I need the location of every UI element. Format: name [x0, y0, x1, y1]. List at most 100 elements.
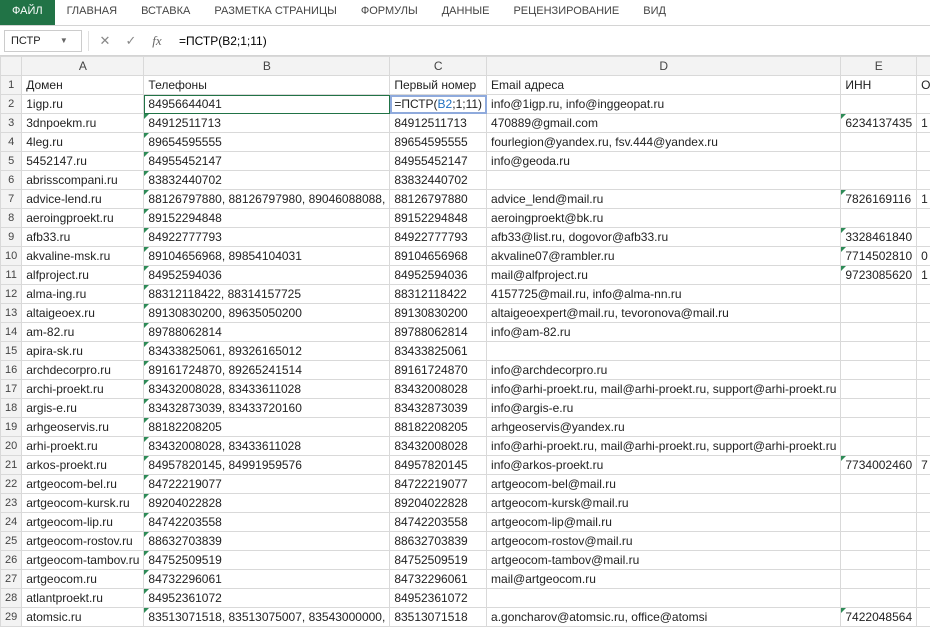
cell[interactable]: atlantproekt.ru: [22, 589, 144, 608]
cell[interactable]: 83433825061, 89326165012: [144, 342, 390, 361]
cell[interactable]: 84952594036: [144, 266, 390, 285]
cell[interactable]: info@am-82.ru: [487, 323, 841, 342]
cell[interactable]: 88312118422: [390, 285, 487, 304]
cell[interactable]: 89104656968: [390, 247, 487, 266]
cell[interactable]: [917, 209, 930, 228]
cell[interactable]: 89152294848: [144, 209, 390, 228]
col-header-F[interactable]: [917, 57, 930, 76]
cell[interactable]: 84952361072: [144, 589, 390, 608]
cell[interactable]: 84952361072: [390, 589, 487, 608]
cell[interactable]: [917, 95, 930, 114]
col-header-B[interactable]: B: [144, 57, 390, 76]
cell[interactable]: [841, 323, 917, 342]
row-header[interactable]: 3: [1, 114, 22, 133]
fx-icon[interactable]: fx: [147, 33, 167, 49]
cell[interactable]: artgeocom-rostov.ru: [22, 532, 144, 551]
cell[interactable]: 83432008028: [390, 437, 487, 456]
cell[interactable]: 84922777793: [390, 228, 487, 247]
tab-view[interactable]: ВИД: [631, 0, 678, 25]
cell[interactable]: [917, 342, 930, 361]
cell[interactable]: 84752509519: [390, 551, 487, 570]
cell[interactable]: arhgeoservis@yandex.ru: [487, 418, 841, 437]
cell[interactable]: [487, 171, 841, 190]
row-header[interactable]: 18: [1, 399, 22, 418]
cell[interactable]: 84912511713: [390, 114, 487, 133]
row-header[interactable]: 8: [1, 209, 22, 228]
cell[interactable]: aeroingproekt@bk.ru: [487, 209, 841, 228]
cell[interactable]: artgeocom-kursk.ru: [22, 494, 144, 513]
cell[interactable]: info@geoda.ru: [487, 152, 841, 171]
cell[interactable]: Домен: [22, 76, 144, 95]
cell[interactable]: 84922777793: [144, 228, 390, 247]
chevron-down-icon[interactable]: ▼: [47, 36, 81, 45]
cell[interactable]: [917, 570, 930, 589]
row-header[interactable]: 23: [1, 494, 22, 513]
row-header[interactable]: 26: [1, 551, 22, 570]
cell[interactable]: 83513071518: [390, 608, 487, 627]
cell[interactable]: [917, 285, 930, 304]
cell[interactable]: [841, 171, 917, 190]
row-header[interactable]: 15: [1, 342, 22, 361]
cell[interactable]: [841, 152, 917, 171]
cell[interactable]: 83513071518, 83513075007, 83543000000,: [144, 608, 390, 627]
cell[interactable]: artgeocom-bel@mail.ru: [487, 475, 841, 494]
cell[interactable]: 1igp.ru: [22, 95, 144, 114]
tab-insert[interactable]: ВСТАВКА: [129, 0, 202, 25]
row-header[interactable]: 19: [1, 418, 22, 437]
row-header[interactable]: 9: [1, 228, 22, 247]
tab-formulas[interactable]: ФОРМУЛЫ: [349, 0, 430, 25]
cell[interactable]: =ПСТР(B2;1;11): [390, 95, 487, 114]
cell[interactable]: [917, 133, 930, 152]
cell[interactable]: 83432873039, 83433720160: [144, 399, 390, 418]
cell[interactable]: archdecorpro.ru: [22, 361, 144, 380]
cell[interactable]: 89104656968, 89854104031: [144, 247, 390, 266]
cell[interactable]: 1: [917, 190, 930, 209]
cell[interactable]: archi-proekt.ru: [22, 380, 144, 399]
cell[interactable]: 84955452147: [390, 152, 487, 171]
cell[interactable]: [487, 342, 841, 361]
cell[interactable]: 6234137435: [841, 114, 917, 133]
cell[interactable]: [917, 323, 930, 342]
cell[interactable]: abrisscompani.ru: [22, 171, 144, 190]
cell[interactable]: arkos-proekt.ru: [22, 456, 144, 475]
row-header[interactable]: 6: [1, 171, 22, 190]
cell[interactable]: artgeocom-rostov@mail.ru: [487, 532, 841, 551]
cell[interactable]: info@archdecorpro.ru: [487, 361, 841, 380]
col-header-E[interactable]: E: [841, 57, 917, 76]
cell[interactable]: [917, 494, 930, 513]
cell[interactable]: [841, 95, 917, 114]
cell[interactable]: [841, 342, 917, 361]
cell[interactable]: [487, 589, 841, 608]
cell[interactable]: 3dnpoekm.ru: [22, 114, 144, 133]
tab-file[interactable]: ФАЙЛ: [0, 0, 55, 25]
cell[interactable]: О: [917, 76, 930, 95]
cell[interactable]: akvaline-msk.ru: [22, 247, 144, 266]
cell[interactable]: info@argis-e.ru: [487, 399, 841, 418]
name-box[interactable]: ПСТР ▼: [4, 30, 82, 52]
cell[interactable]: Телефоны: [144, 76, 390, 95]
col-header-A[interactable]: A: [22, 57, 144, 76]
cell[interactable]: [841, 361, 917, 380]
row-header[interactable]: 21: [1, 456, 22, 475]
cell[interactable]: altaigeoexpert@mail.ru, tevoronova@mail.…: [487, 304, 841, 323]
cell[interactable]: 89161724870, 89265241514: [144, 361, 390, 380]
cell[interactable]: atomsic.ru: [22, 608, 144, 627]
row-header[interactable]: 16: [1, 361, 22, 380]
row-header[interactable]: 13: [1, 304, 22, 323]
cell[interactable]: 84752509519: [144, 551, 390, 570]
cell[interactable]: [917, 228, 930, 247]
cell[interactable]: 89204022828: [390, 494, 487, 513]
cell[interactable]: [841, 285, 917, 304]
cell[interactable]: 83432008028: [390, 380, 487, 399]
cell[interactable]: [917, 380, 930, 399]
cell[interactable]: 88182208205: [144, 418, 390, 437]
accept-formula-icon[interactable]: ✓: [121, 33, 141, 49]
cell[interactable]: [917, 437, 930, 456]
cell[interactable]: [841, 380, 917, 399]
row-header[interactable]: 2: [1, 95, 22, 114]
cell[interactable]: 1: [917, 114, 930, 133]
cell[interactable]: [917, 171, 930, 190]
row-header[interactable]: 24: [1, 513, 22, 532]
cell[interactable]: [841, 418, 917, 437]
row-header[interactable]: 25: [1, 532, 22, 551]
